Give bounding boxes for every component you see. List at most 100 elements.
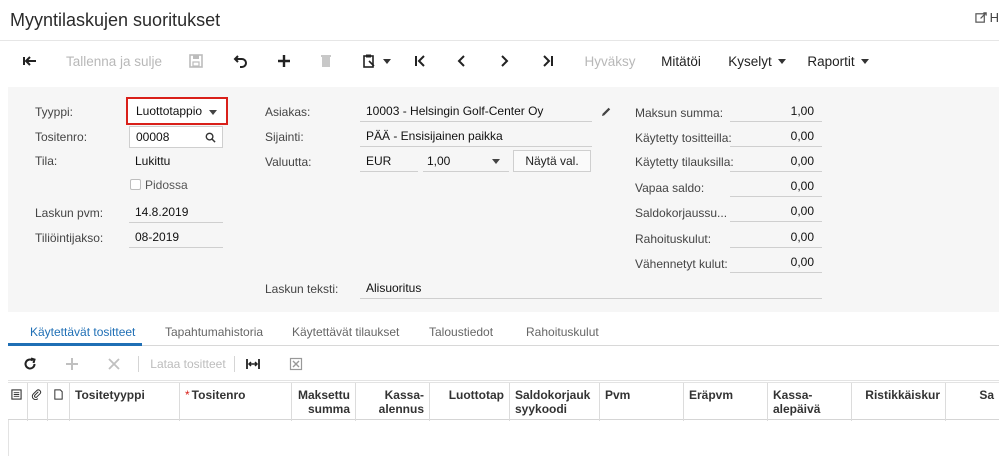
deducted-costs-value: 0,00 xyxy=(730,251,822,273)
invoice-text-label: Laskun teksti: xyxy=(265,282,339,296)
balance-adjustment-label: Saldokorjaussu... xyxy=(635,206,728,220)
period-field[interactable]: 08-2019 xyxy=(129,226,223,248)
fit-width-icon xyxy=(246,359,260,369)
required-marker: * xyxy=(185,388,190,402)
invoice-date-field[interactable]: 14.8.2019 xyxy=(129,201,223,223)
invoice-date-label: Laskun pvm: xyxy=(35,206,104,220)
column-discount-date[interactable]: Kassa-alepäivä xyxy=(768,383,852,421)
hold-checkbox[interactable] xyxy=(130,179,141,190)
column-balance[interactable]: Sa xyxy=(946,383,999,421)
tab-available-documents[interactable]: Käytettävät tositteet xyxy=(30,325,135,339)
finance-charges-label: Rahoituskulut: xyxy=(635,232,712,246)
first-record-button[interactable] xyxy=(406,41,434,81)
search-icon[interactable] xyxy=(205,132,216,143)
next-record-button[interactable] xyxy=(490,41,518,81)
arrow-left-icon xyxy=(23,56,36,66)
docno-value: 00008 xyxy=(136,130,170,144)
add-row-button[interactable] xyxy=(60,347,84,381)
chevron-left-icon xyxy=(457,55,465,67)
refresh-button[interactable] xyxy=(18,347,42,381)
row-selector-column[interactable] xyxy=(8,383,28,421)
plus-icon xyxy=(278,55,290,67)
column-paid-amount[interactable]: Maksettu summa xyxy=(292,383,356,421)
inquiries-menu[interactable]: Kyselyt xyxy=(720,41,794,81)
column-doc-number[interactable]: * Tositenro xyxy=(180,383,292,421)
currency-label: Valuutta: xyxy=(265,155,312,169)
status-label: Tila: xyxy=(35,154,58,168)
column-adjustment-reason[interactable]: Saldokorjauk syykoodi xyxy=(510,383,600,421)
tab-history[interactable]: Tapahtumahistoria xyxy=(165,325,263,339)
tab-available-orders[interactable]: Käytettävät tilaukset xyxy=(292,325,399,339)
rate-select[interactable]: 1,00 xyxy=(423,150,509,172)
payment-amount-value: 1,00 xyxy=(730,100,822,122)
column-credit-loss[interactable]: Luottotap xyxy=(430,383,510,421)
column-cash-discount[interactable]: Kassa-alennus xyxy=(356,383,430,421)
close-icon xyxy=(108,358,120,370)
load-documents-button[interactable]: Lataa tositteet xyxy=(144,347,232,381)
invoice-text-value: Alisuoritus xyxy=(366,280,422,295)
type-label: Tyyppi: xyxy=(35,105,74,119)
grid-header: Tositetyyppi * Tositenro Maksettu summa K… xyxy=(8,382,999,421)
period-label: Tiliöintijakso: xyxy=(35,231,104,245)
docno-field[interactable]: 00008 xyxy=(129,126,223,148)
inquiries-label: Kyselyt xyxy=(728,53,772,69)
first-icon xyxy=(415,55,425,67)
currency-field[interactable]: EUR xyxy=(360,150,418,172)
document-icon xyxy=(54,389,63,400)
pencil-icon[interactable] xyxy=(600,106,612,118)
column-doc-number-label: Tositenro xyxy=(191,388,246,402)
previous-record-button[interactable] xyxy=(448,41,476,81)
column-doc-type[interactable]: Tositetyyppi xyxy=(70,383,180,421)
save-close-button[interactable]: Tallenna ja sulje xyxy=(58,41,170,81)
tab-finance-charges[interactable]: Rahoituskulut xyxy=(526,325,599,339)
undo-icon xyxy=(233,55,247,68)
free-balance-value: 0,00 xyxy=(730,175,822,197)
type-select[interactable]: Luottotappio xyxy=(126,97,228,125)
last-record-button[interactable] xyxy=(534,41,562,81)
toolbar-divider xyxy=(234,356,235,372)
column-due-date[interactable]: Eräpvm xyxy=(684,383,768,421)
invoice-date-value: 14.8.2019 xyxy=(135,204,189,219)
column-date[interactable]: Pvm xyxy=(600,383,684,421)
grid-toolbar: Lataa tositteet xyxy=(8,347,999,381)
back-button[interactable] xyxy=(14,41,46,81)
copy-paste-button[interactable] xyxy=(356,41,396,81)
last-icon xyxy=(543,55,553,67)
column-cross-rate[interactable]: Ristikkäiskur xyxy=(852,383,946,421)
customer-label: Asiakas: xyxy=(265,105,311,119)
save-button[interactable] xyxy=(182,41,210,81)
notes-column[interactable] xyxy=(48,383,70,421)
location-field[interactable]: PÄÄ - Ensisijainen paikka xyxy=(360,125,592,147)
delete-row-button[interactable] xyxy=(102,347,126,381)
active-tab-indicator xyxy=(8,343,142,346)
attachment-column[interactable] xyxy=(28,383,48,421)
approve-button[interactable]: Hyväksy xyxy=(578,41,642,81)
reports-label: Raportit xyxy=(807,53,855,69)
corner-link[interactable]: H xyxy=(974,10,999,25)
location-value: PÄÄ - Ensisijainen paikka xyxy=(366,128,503,143)
delete-button[interactable] xyxy=(312,41,340,81)
export-excel-button[interactable] xyxy=(284,347,308,381)
deducted-costs-label: Vähennetyt kulut: xyxy=(635,257,728,271)
hold-label: Pidossa xyxy=(145,178,188,192)
undo-button[interactable] xyxy=(226,41,254,81)
fit-columns-button[interactable] xyxy=(241,347,265,381)
chevron-down-icon xyxy=(777,58,786,64)
tab-financial-details[interactable]: Taloustiedot xyxy=(429,325,493,339)
add-button[interactable] xyxy=(270,41,298,81)
reports-menu[interactable]: Raportit xyxy=(800,41,876,81)
applied-orders-label: Käytetty tilauksilla: xyxy=(635,155,734,169)
customer-field[interactable]: 10003 - Helsingin Golf-Center Oy xyxy=(360,100,592,122)
void-button[interactable]: Mitätöi xyxy=(654,41,708,81)
applied-docs-value: 0,00 xyxy=(730,125,822,147)
clipboard-icon xyxy=(363,54,375,68)
show-rate-button[interactable]: Näytä val. xyxy=(513,150,591,172)
chevron-down-icon xyxy=(492,159,500,164)
edit-external-icon xyxy=(974,12,987,23)
chevron-down-icon xyxy=(209,110,217,115)
invoice-text-field[interactable]: Alisuoritus xyxy=(360,277,822,299)
docno-label: Tositenro: xyxy=(35,130,88,144)
plus-icon xyxy=(66,358,78,370)
trash-icon xyxy=(321,55,331,67)
main-toolbar: Tallenna ja sulje Hyväksy Mitätöi Kysely… xyxy=(0,40,999,80)
